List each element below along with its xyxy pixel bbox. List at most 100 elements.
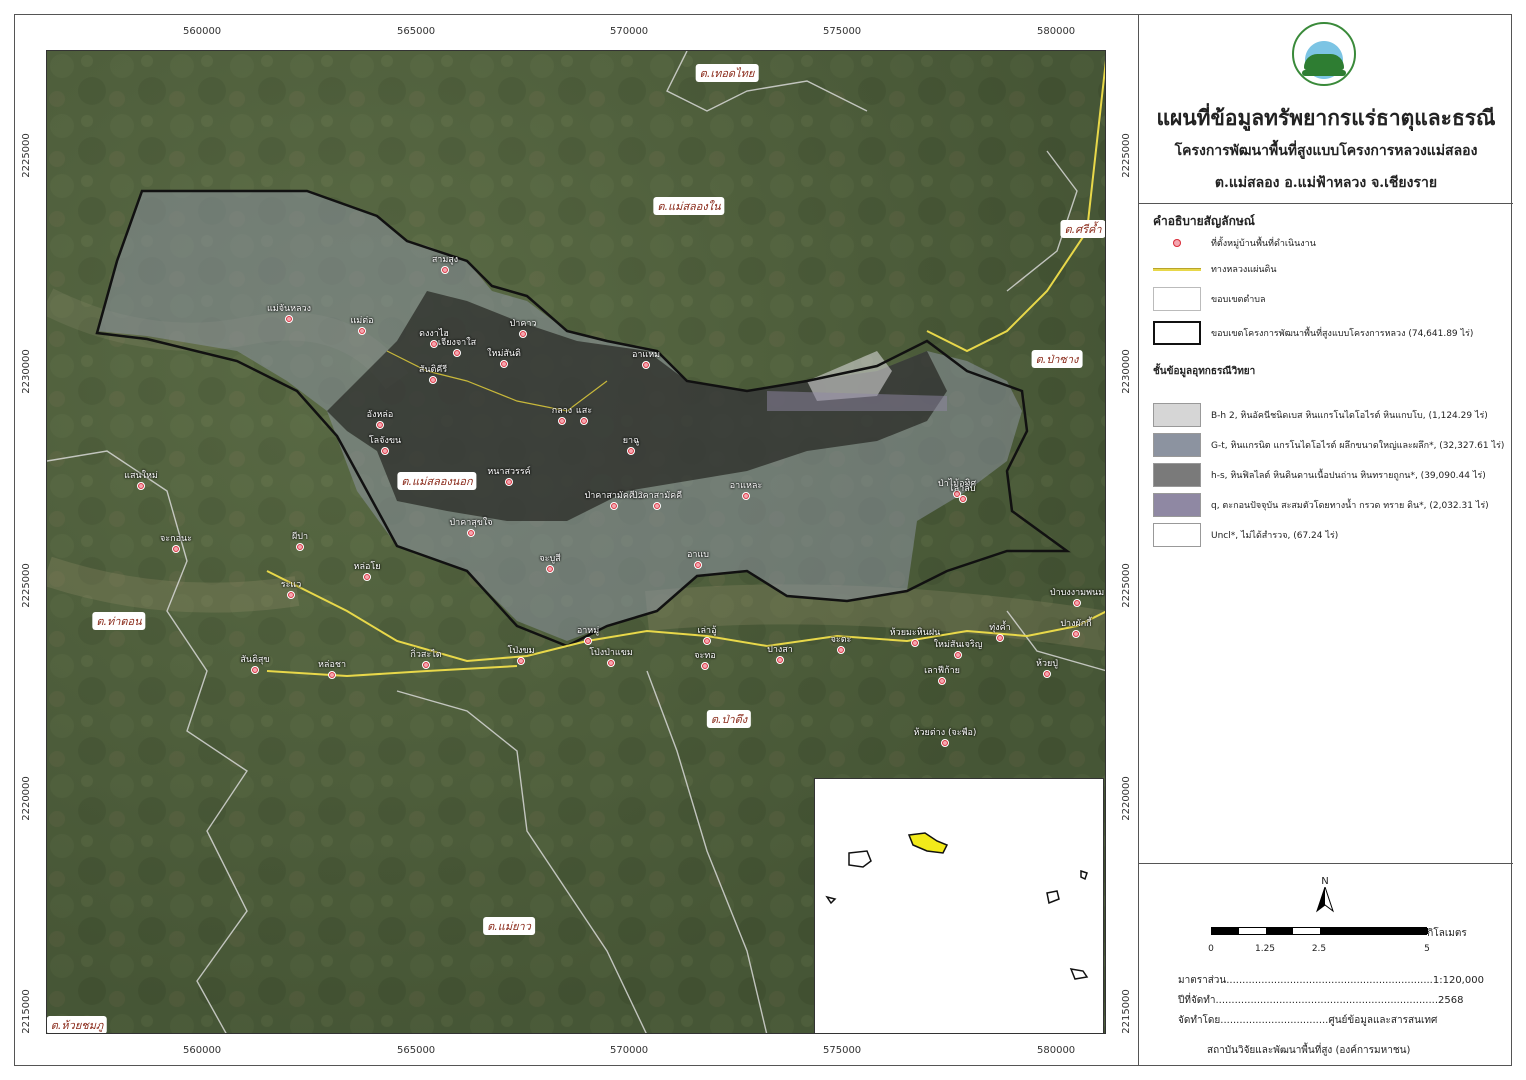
village-label: ห้วยปู่ xyxy=(1036,659,1058,669)
village-marker-icon[interactable] xyxy=(742,492,750,500)
coord-x-top: 580000 xyxy=(1037,26,1076,37)
village-marker-icon[interactable] xyxy=(296,543,304,551)
village-marker-icon[interactable] xyxy=(137,482,145,490)
village-marker-icon[interactable] xyxy=(580,417,588,425)
village-label: จะบูสี xyxy=(539,554,561,564)
village-label: ระแว xyxy=(280,580,302,590)
village-label: โป่งป่าแขม xyxy=(589,648,633,658)
village-marker-icon[interactable] xyxy=(607,659,615,667)
title-block: แผนที่ข้อมูลทรัพยากรแร่ธาตุและธรณี โครงก… xyxy=(1139,14,1513,204)
village-label: จะทอ xyxy=(694,651,716,661)
village-marker-icon[interactable] xyxy=(941,739,949,747)
village-label: อาหมู่ xyxy=(576,626,600,636)
village-label: ป่าคาสามัคคี xyxy=(631,491,683,501)
village-label: กิ่วสะไต xyxy=(410,650,442,660)
village-marker-icon[interactable] xyxy=(653,502,661,510)
coord-x-bottom: 565000 xyxy=(397,1045,436,1056)
legend-project: ขอบเขตโครงการพัฒนาพื้นที่สูงแบบโครงการหล… xyxy=(1153,320,1473,346)
village-marker-icon[interactable] xyxy=(358,327,366,335)
village-marker-icon[interactable] xyxy=(701,662,709,670)
village-marker-icon[interactable] xyxy=(558,417,566,425)
village-marker-icon[interactable] xyxy=(610,502,618,510)
map-canvas[interactable]: ต.เทอดไทย ต.แม่สลองใน ต.ศรีค้ำ ต.ป่าซาง … xyxy=(46,50,1106,1034)
legend-villages: ที่ตั้งหมู่บ้านพื้นที่ดำเนินงาน xyxy=(1153,230,1316,256)
village-marker-icon[interactable] xyxy=(959,495,967,503)
village-marker-icon[interactable] xyxy=(954,651,962,659)
village-marker-icon[interactable] xyxy=(505,478,513,486)
village-marker-icon[interactable] xyxy=(287,591,295,599)
village-marker-icon[interactable] xyxy=(996,634,1004,642)
village-marker-icon[interactable] xyxy=(429,376,437,384)
village-label: แสะ xyxy=(575,406,593,416)
village-marker-icon[interactable] xyxy=(422,661,430,669)
village-marker-icon[interactable] xyxy=(363,573,371,581)
village-label: ป่าบงงามพนม xyxy=(1049,588,1105,598)
village-marker-icon[interactable] xyxy=(517,657,525,665)
village-marker-icon[interactable] xyxy=(441,266,449,274)
coord-x-top: 575000 xyxy=(823,26,862,37)
village-label: ปางสา xyxy=(767,645,793,655)
village-marker-icon[interactable] xyxy=(546,565,554,573)
village-marker-icon[interactable] xyxy=(376,421,384,429)
village-marker-icon[interactable] xyxy=(627,447,635,455)
project-swatch xyxy=(1153,321,1201,345)
village-marker-icon[interactable] xyxy=(1043,670,1051,678)
tambon-label: ต.ห้วยชมภู xyxy=(47,1016,108,1033)
geology-legend-row: B-h 2, หินอัคนีชนิดเบส หินแกรโนไดโอไรต์ … xyxy=(1153,402,1488,428)
village-marker-icon[interactable] xyxy=(1072,630,1080,638)
north-arrow-icon xyxy=(1316,885,1334,913)
legend-subdistrict: ขอบเขตตำบล xyxy=(1153,286,1265,312)
tambon-label: ต.แม่สลองใน xyxy=(653,197,725,215)
village-label: โลจังขน xyxy=(368,436,402,446)
legend-text: ขอบเขตโครงการพัฒนาพื้นที่สูงแบบโครงการหล… xyxy=(1211,329,1474,339)
info-author: จัดทำโดย................................… xyxy=(1178,1015,1438,1026)
coord-x-bottom: 570000 xyxy=(610,1045,649,1056)
geology-legend-row: G-t, หินแกรนิต แกรโนไดโอไรต์ ผลึกขนาดใหญ… xyxy=(1153,432,1504,458)
village-marker-icon[interactable] xyxy=(381,447,389,455)
scale-unit: กิโลเมตร xyxy=(1427,928,1467,939)
geology-legend-text: G-t, หินแกรนิต แกรโนไดโอไรต์ ผลึกขนาดใหญ… xyxy=(1211,441,1505,451)
village-marker-icon[interactable] xyxy=(694,561,702,569)
scale-tick: 1.25 xyxy=(1254,944,1276,954)
legend-text: ทางหลวงแผ่นดิน xyxy=(1211,265,1277,275)
village-marker-icon[interactable] xyxy=(430,340,438,348)
village-marker-icon[interactable] xyxy=(519,330,527,338)
coord-x-top: 560000 xyxy=(183,26,222,37)
legend-heading: คำอธิบายสัญลักษณ์ xyxy=(1153,214,1255,228)
village-marker-icon[interactable] xyxy=(776,656,784,664)
village-label: หล่อโย xyxy=(353,562,381,572)
geology-swatch xyxy=(1153,403,1201,427)
geology-swatch xyxy=(1153,433,1201,457)
village-marker-icon[interactable] xyxy=(703,637,711,645)
village-label: แม่จันหลวง xyxy=(266,304,312,314)
village-marker-icon[interactable] xyxy=(911,639,919,647)
village-marker-icon[interactable] xyxy=(285,315,293,323)
village-marker-icon[interactable] xyxy=(837,646,845,654)
village-marker-icon[interactable] xyxy=(453,349,461,357)
geology-legend-row: h-s, หินฟิลไลต์ หินดินดานเนื้อปนถ่าน หิน… xyxy=(1153,462,1486,488)
village-marker-icon[interactable] xyxy=(172,545,180,553)
tambon-label: ต.ป่าตึง xyxy=(706,710,752,728)
village-marker-icon[interactable] xyxy=(1073,599,1081,607)
village-marker-icon[interactable] xyxy=(467,529,475,537)
village-marker-icon[interactable] xyxy=(642,361,650,369)
village-marker-icon[interactable] xyxy=(938,677,946,685)
coord-y-left: 2220000 xyxy=(20,776,32,821)
village-label: โป่งขม xyxy=(507,646,535,656)
tambon-label: ต.แม่สลองนอก xyxy=(397,472,477,490)
village-label: ปางผักกี้ xyxy=(1060,619,1092,629)
geology-legend-row: Uncl*, ไม่ได้สำรวจ, (67.24 ไร่) xyxy=(1153,522,1338,548)
village-marker-icon[interactable] xyxy=(584,637,592,645)
village-label: เลาฟีก้าย xyxy=(924,666,960,676)
village-marker-icon[interactable] xyxy=(251,666,259,674)
village-label: แม่ต่อ xyxy=(350,316,374,326)
coord-x-bottom: 560000 xyxy=(183,1045,222,1056)
geology-legend-text: h-s, หินฟิลไลต์ หินดินดานเนื้อปนถ่าน หิน… xyxy=(1211,471,1486,481)
village-marker-icon[interactable] xyxy=(500,360,508,368)
village-marker-icon[interactable] xyxy=(328,671,336,679)
coord-y-right: 2220000 xyxy=(1120,776,1132,821)
north-label: N xyxy=(1321,876,1329,887)
village-label: ผีปา xyxy=(291,532,309,542)
inset-map[interactable] xyxy=(814,778,1104,1033)
village-label: หล่อชา xyxy=(317,660,347,670)
